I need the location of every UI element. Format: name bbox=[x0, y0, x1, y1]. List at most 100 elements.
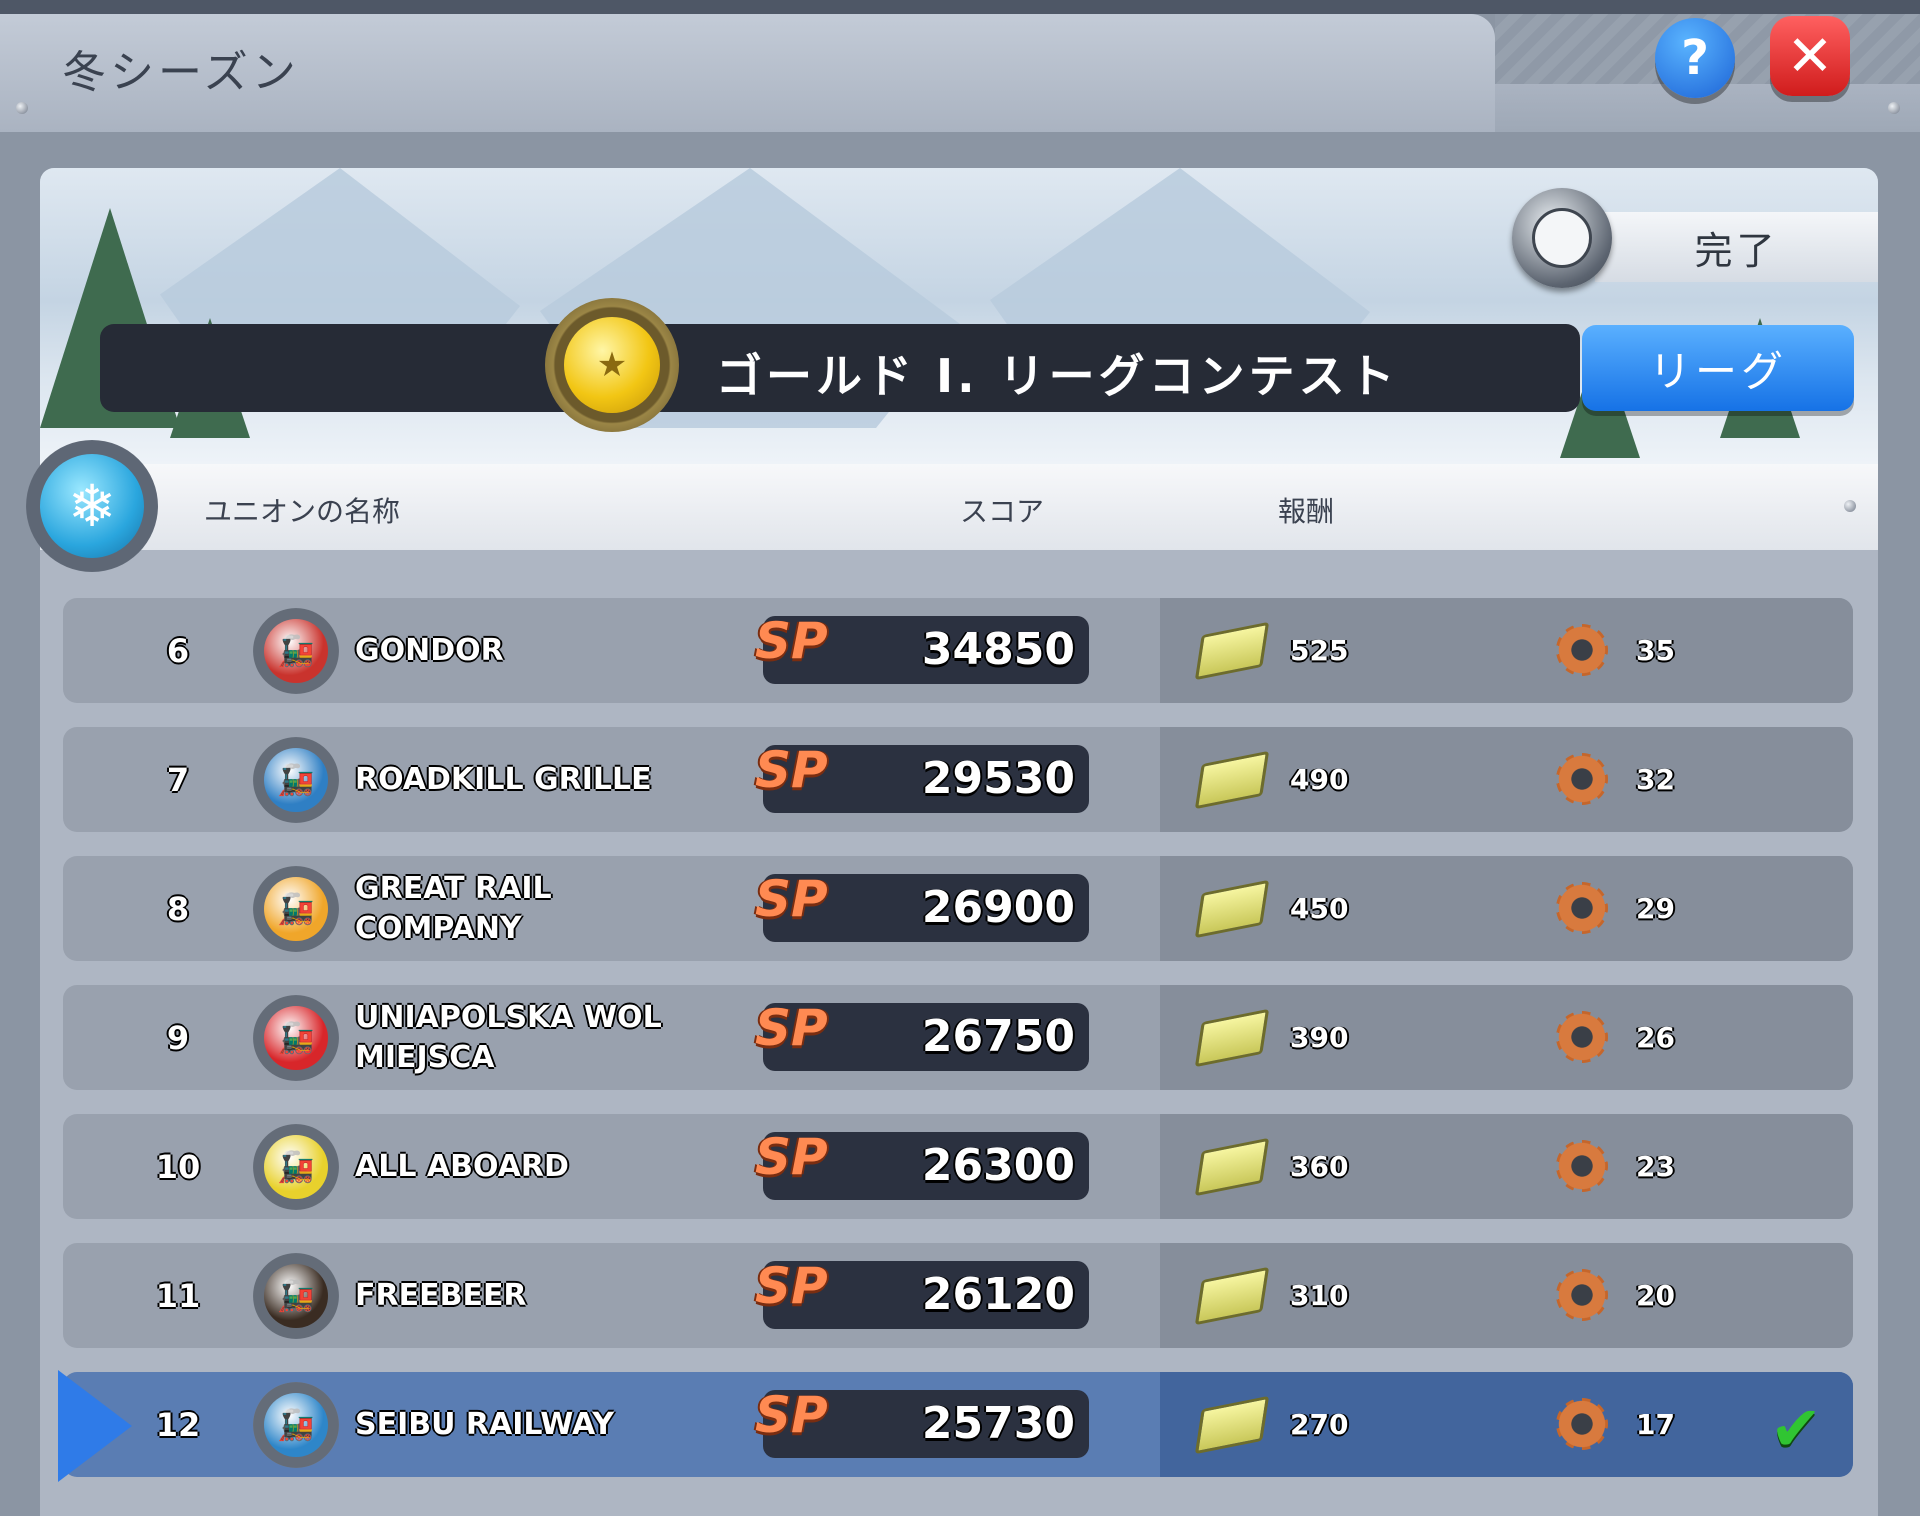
score-box: SP 25730 bbox=[755, 1386, 1089, 1458]
reward-cell: 525 35 bbox=[1160, 598, 1853, 703]
sp-icon: SP bbox=[755, 870, 828, 928]
winter-banner: 完了 ★ ゴールド I. リーグコンテスト リーグ bbox=[40, 168, 1878, 464]
close-button[interactable]: ✕ bbox=[1770, 16, 1850, 96]
current-player-marker-icon bbox=[58, 1370, 132, 1482]
cash-icon bbox=[1194, 1008, 1270, 1068]
close-icon: ✕ bbox=[1786, 23, 1834, 89]
rank: 8 bbox=[166, 889, 190, 928]
rank: 7 bbox=[166, 760, 190, 799]
gear-reward: 32 bbox=[1636, 763, 1675, 796]
union-avatar: 🚂 bbox=[253, 866, 339, 952]
score-box: SP 26300 bbox=[755, 1128, 1089, 1200]
rank: 12 bbox=[155, 1405, 201, 1444]
rank: 9 bbox=[166, 1018, 190, 1057]
union-avatar: 🚂 bbox=[253, 1124, 339, 1210]
train-icon: 🚂 bbox=[264, 877, 328, 941]
union-name: ROADKILL GRILLE bbox=[355, 761, 652, 797]
union-avatar: 🚂 bbox=[253, 608, 339, 694]
gear-icon bbox=[1556, 1140, 1608, 1192]
score-value: 34850 bbox=[921, 624, 1075, 675]
title-panel: 冬シーズン bbox=[0, 14, 1495, 132]
cash-reward: 490 bbox=[1290, 763, 1349, 796]
cash-reward: 310 bbox=[1290, 1279, 1349, 1312]
score-value: 26900 bbox=[921, 882, 1075, 933]
score-box: SP 26120 bbox=[755, 1257, 1089, 1329]
train-icon: 🚂 bbox=[264, 1135, 328, 1199]
gear-icon bbox=[1556, 624, 1608, 676]
gold-medal-icon: ★ bbox=[545, 298, 679, 432]
contest-status: 完了 bbox=[1595, 212, 1878, 282]
score-value: 29530 bbox=[921, 753, 1075, 804]
gear-icon bbox=[1556, 882, 1608, 934]
score-value: 26750 bbox=[921, 1011, 1075, 1062]
train-icon: 🚂 bbox=[264, 1006, 328, 1070]
sp-icon: SP bbox=[755, 1386, 828, 1444]
train-icon: 🚂 bbox=[264, 1264, 328, 1328]
score-box: SP 26750 bbox=[755, 999, 1089, 1071]
gear-reward: 26 bbox=[1636, 1021, 1675, 1054]
rivet-icon bbox=[16, 102, 28, 114]
union-avatar: 🚂 bbox=[253, 737, 339, 823]
column-header-reward: 報酬 bbox=[1278, 495, 1335, 528]
train-icon: 🚂 bbox=[264, 619, 328, 683]
league-button[interactable]: リーグ bbox=[1582, 325, 1854, 411]
reward-cell: 310 20 bbox=[1160, 1243, 1853, 1348]
table-row[interactable]: 490 32 7 🚂 ROADKILL GRILLE SP 29530 bbox=[63, 727, 1853, 832]
reward-cell: 490 32 bbox=[1160, 727, 1853, 832]
gear-icon bbox=[1556, 1269, 1608, 1321]
reward-cell: 450 29 bbox=[1160, 856, 1853, 961]
gear-icon bbox=[1556, 753, 1608, 805]
gear-reward: 23 bbox=[1636, 1150, 1675, 1183]
train-icon: 🚂 bbox=[264, 748, 328, 812]
help-button[interactable]: ? bbox=[1655, 18, 1735, 98]
cash-reward: 360 bbox=[1290, 1150, 1349, 1183]
union-name: GREAT RAIL COMPANY bbox=[355, 870, 552, 946]
table-row[interactable]: 360 23 10 🚂 ALL ABOARD SP 26300 bbox=[63, 1114, 1853, 1219]
reward-cell: 390 26 bbox=[1160, 985, 1853, 1090]
score-box: SP 29530 bbox=[755, 741, 1089, 813]
gear-reward: 29 bbox=[1636, 892, 1675, 925]
cash-icon bbox=[1194, 750, 1270, 810]
rivet-icon bbox=[1888, 102, 1900, 114]
score-value: 26300 bbox=[921, 1140, 1075, 1191]
table-row-player[interactable]: 270 17 ✔ 12 🚂 SEIBU RAILWAY SP 25730 bbox=[63, 1372, 1853, 1477]
sp-icon: SP bbox=[755, 999, 828, 1057]
column-header-name: ユニオンの名称 bbox=[204, 495, 401, 528]
rivet-icon bbox=[1844, 500, 1856, 512]
union-avatar: 🚂 bbox=[253, 995, 339, 1081]
train-icon: 🚂 bbox=[264, 1393, 328, 1457]
window-title: 冬シーズン bbox=[62, 47, 300, 98]
rank: 6 bbox=[166, 631, 190, 670]
gear-reward: 17 bbox=[1636, 1408, 1675, 1441]
column-header-score: スコア bbox=[960, 495, 1045, 528]
union-avatar: 🚂 bbox=[253, 1382, 339, 1468]
table-row[interactable]: 310 20 11 🚂 FREEBEER SP 26120 bbox=[63, 1243, 1853, 1348]
score-value: 25730 bbox=[921, 1398, 1075, 1449]
sp-icon: SP bbox=[755, 1128, 828, 1186]
cash-icon bbox=[1194, 1137, 1270, 1197]
snowflake-icon: ❄ bbox=[26, 440, 158, 572]
sp-icon: SP bbox=[755, 1257, 828, 1315]
cash-reward: 390 bbox=[1290, 1021, 1349, 1054]
gear-reward: 20 bbox=[1636, 1279, 1675, 1312]
cash-icon bbox=[1194, 879, 1270, 939]
cash-icon bbox=[1194, 1266, 1270, 1326]
reward-cell: 360 23 bbox=[1160, 1114, 1853, 1219]
score-value: 26120 bbox=[921, 1269, 1075, 1320]
union-name: UNIAPOLSKA WOL MIEJSCA bbox=[355, 999, 662, 1075]
cash-reward: 450 bbox=[1290, 892, 1349, 925]
table-row[interactable]: 525 35 6 🚂 GONDOR SP 34850 bbox=[63, 598, 1853, 703]
union-name: GONDOR bbox=[355, 632, 504, 668]
score-box: SP 34850 bbox=[755, 612, 1089, 684]
stopwatch-icon bbox=[1512, 188, 1612, 288]
union-name: FREEBEER bbox=[355, 1277, 527, 1313]
gear-reward: 35 bbox=[1636, 634, 1675, 667]
cash-reward: 525 bbox=[1290, 634, 1349, 667]
table-row[interactable]: 390 26 9 🚂 UNIAPOLSKA WOL MIEJSCA SP 26750 bbox=[63, 985, 1853, 1090]
top-edge bbox=[0, 0, 1920, 14]
reward-cell: 270 17 ✔ bbox=[1160, 1372, 1853, 1477]
league-title: ゴールド I. リーグコンテスト bbox=[716, 349, 1399, 403]
table-row[interactable]: 450 29 8 🚂 GREAT RAIL COMPANY SP 26900 bbox=[63, 856, 1853, 961]
question-icon: ? bbox=[1681, 30, 1709, 86]
cash-icon bbox=[1194, 621, 1270, 681]
